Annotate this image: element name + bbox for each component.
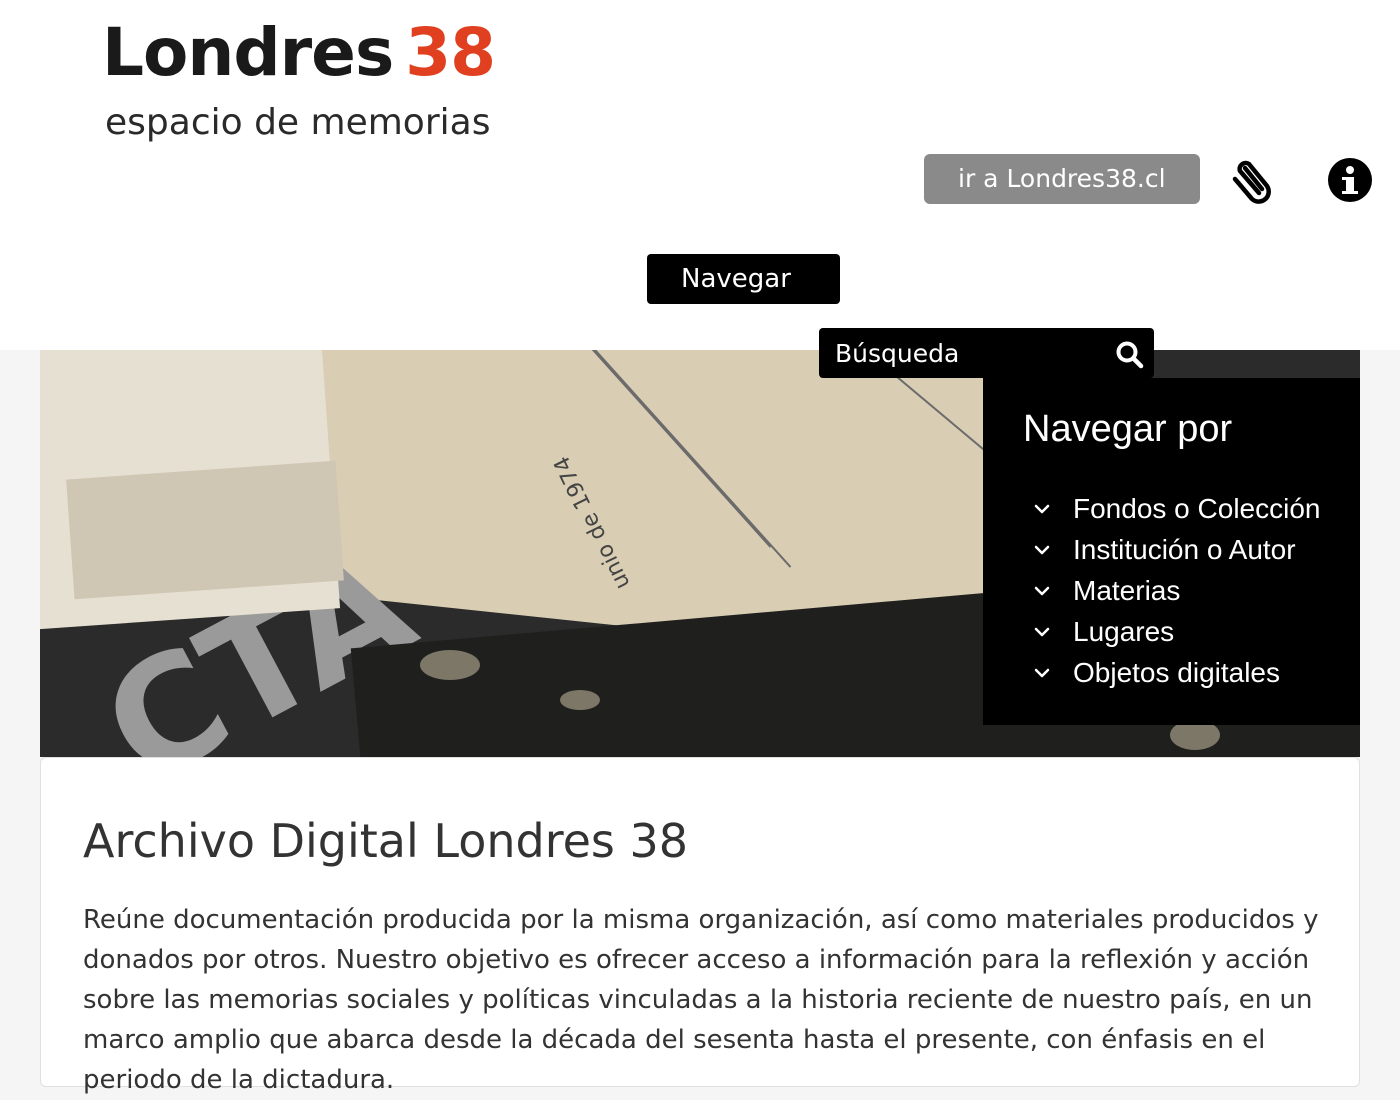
browse-item-label: Fondos o Colección (1073, 492, 1321, 524)
logo-number: 38 (405, 14, 496, 91)
navigate-button[interactable]: Navegar (647, 254, 840, 304)
browse-item-lugares[interactable]: Lugares (1031, 611, 1320, 652)
paperclip-icon[interactable] (1226, 155, 1276, 207)
browse-item-label: Lugares (1073, 615, 1175, 647)
page-description: Reúne documentación producida por la mis… (83, 905, 1319, 1095)
browse-item-objetos[interactable]: Objetos digitales (1031, 652, 1320, 693)
site-header: Londres 38 espacio de memorias ir a Londr… (0, 0, 1400, 350)
intro-card: Archivo Digital Londres 38 Reúne documen… (40, 757, 1360, 1095)
browse-list: Fondos o Colección Institución o Autor M… (1031, 488, 1320, 693)
logo-tagline: espacio de memorias (105, 102, 491, 143)
logo-title-text: Londres (102, 14, 394, 91)
hero-stain (420, 650, 480, 680)
browse-item-materias[interactable]: Materias (1031, 570, 1320, 611)
search-icon[interactable] (1115, 340, 1145, 370)
hero-book-pages (66, 460, 344, 600)
browse-item-label: Materias (1073, 574, 1181, 606)
hero-stain (560, 690, 600, 710)
browse-item-fondos[interactable]: Fondos o Colección (1031, 488, 1320, 529)
browse-panel: Navegar por Fondos o Colección Instituci… (983, 378, 1360, 725)
search-input[interactable] (819, 328, 1099, 378)
site-logo[interactable]: Londres 38 espacio de memorias (100, 10, 496, 150)
page-title: Archivo Digital Londres 38 (83, 814, 689, 868)
browse-item-label: Objetos digitales (1073, 656, 1281, 688)
info-icon[interactable] (1328, 158, 1372, 202)
chevron-down-icon (1034, 627, 1050, 636)
browse-title: Navegar por (1023, 408, 1233, 450)
chevron-down-icon (1034, 586, 1050, 595)
search-box (819, 328, 1154, 378)
go-to-site-button[interactable]: ir a Londres38.cl (924, 154, 1200, 204)
browse-item-label: Institución o Autor (1073, 533, 1296, 565)
chevron-down-icon (1034, 504, 1050, 513)
browse-item-institucion[interactable]: Institución o Autor (1031, 529, 1320, 570)
chevron-down-icon (1034, 545, 1050, 554)
logo-title: Londres 38 (102, 14, 496, 91)
chevron-down-icon (1034, 668, 1050, 677)
